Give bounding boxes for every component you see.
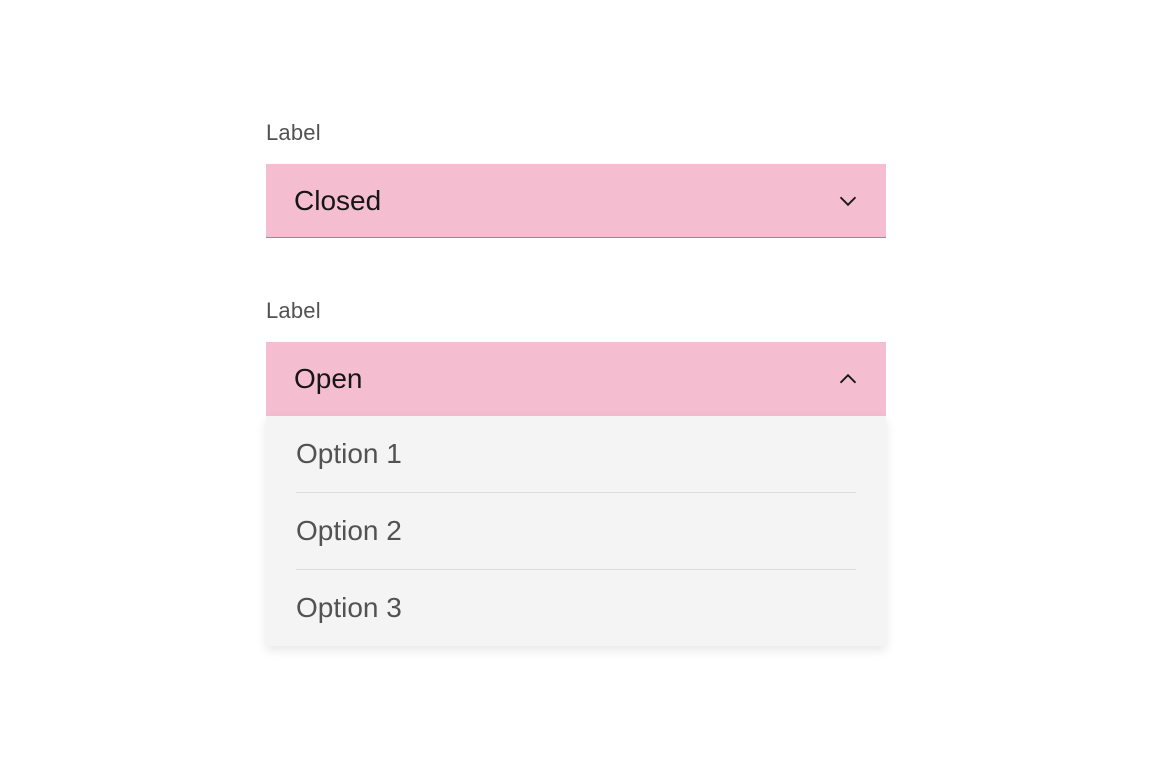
dropdown-closed-value: Closed (294, 185, 381, 217)
dropdown-option[interactable]: Option 1 (296, 416, 856, 493)
dropdown-open-value: Open (294, 363, 363, 395)
dropdown-open-trigger[interactable]: Open (266, 342, 886, 416)
chevron-down-icon (838, 191, 858, 211)
dropdown-option[interactable]: Option 3 (296, 570, 856, 646)
dropdown-closed-group: Label Closed (266, 120, 886, 238)
dropdown-option[interactable]: Option 2 (296, 493, 856, 570)
dropdown-closed-label: Label (266, 120, 886, 146)
dropdown-open-label: Label (266, 298, 886, 324)
dropdown-closed-trigger[interactable]: Closed (266, 164, 886, 238)
dropdown-open-group: Label Open Option 1 Option 2 Option 3 (266, 298, 886, 646)
dropdown-options-panel: Option 1 Option 2 Option 3 (266, 416, 886, 646)
chevron-up-icon (838, 369, 858, 389)
